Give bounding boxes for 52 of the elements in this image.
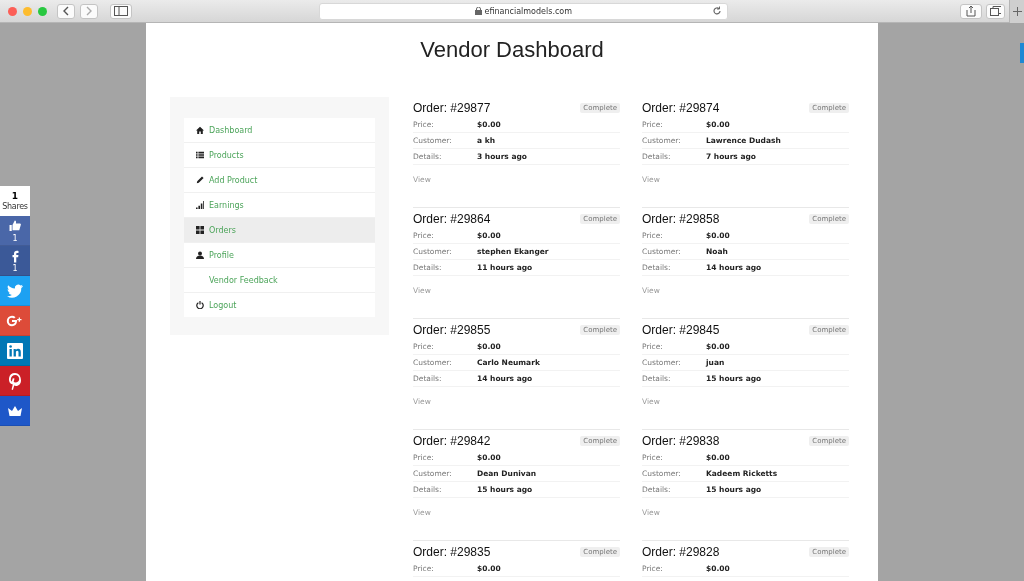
pinterest-share-button[interactable]: [0, 366, 30, 396]
order-title: Order: #29838: [642, 434, 720, 448]
tabs-button[interactable]: [985, 3, 1006, 19]
forward-icon: [85, 6, 93, 16]
power-icon: [196, 301, 204, 309]
order-title: Order: #29877: [413, 101, 491, 115]
crown-share-button[interactable]: [0, 396, 30, 426]
menu-item[interactable]: Products: [184, 143, 375, 167]
googleplus-share-button[interactable]: [0, 306, 30, 336]
order-title: Order: #29874: [642, 101, 720, 115]
order-title: Order: #29828: [642, 545, 720, 559]
order-title: Order: #29845: [642, 323, 720, 337]
menu-item[interactable]: Earnings: [184, 193, 375, 217]
pencil-icon: [196, 176, 204, 184]
plus-icon: [1012, 6, 1022, 16]
home-icon: [196, 126, 204, 134]
grid-icon: [196, 226, 204, 234]
list-icon: [196, 151, 204, 159]
order-title: Order: #29842: [413, 434, 491, 448]
share-count: 1: [12, 263, 18, 273]
tabs-icon: [989, 6, 1002, 16]
lock-icon: [474, 7, 482, 15]
address-bar[interactable]: efinancialmodels.com: [318, 2, 728, 20]
menu-item[interactable]: Vendor Feedback: [184, 268, 375, 292]
back-button[interactable]: [57, 3, 75, 19]
menu-item[interactable]: Profile: [184, 243, 375, 267]
bar-chart-icon: [196, 201, 204, 209]
user-icon: [196, 251, 204, 259]
sidebar-icon: [114, 6, 128, 16]
share-icon: [965, 5, 976, 17]
share-count: 1: [11, 190, 19, 202]
new-tab-button[interactable]: [1009, 0, 1024, 23]
linkedin-icon: [5, 340, 25, 361]
shares-label: Shares: [2, 201, 28, 212]
back-icon: [62, 6, 70, 16]
order-title: Order: #29835: [413, 545, 491, 559]
order-title: Order: #29864: [413, 212, 491, 226]
like-share-button[interactable]: 1: [0, 216, 30, 246]
menu-item[interactable]: Add Product: [184, 168, 375, 192]
order-title: Order: #29858: [642, 212, 720, 226]
linkedin-share-button[interactable]: [0, 336, 30, 366]
twitter-share-button[interactable]: [0, 276, 30, 306]
sidebar-button[interactable]: [110, 3, 132, 19]
order-title: Order: #29855: [413, 323, 491, 337]
reload-icon[interactable]: [711, 5, 722, 16]
menu-item[interactable]: Logout: [184, 293, 375, 317]
share-count: 1: [12, 233, 18, 243]
thumbs-up-icon: [7, 218, 23, 234]
facebook-share-button[interactable]: 1: [0, 246, 30, 276]
address-text: efinancialmodels.com: [484, 6, 573, 16]
page-title: Vendor Dashboard: [419, 37, 605, 63]
menu-item[interactable]: Dashboard: [184, 118, 375, 142]
